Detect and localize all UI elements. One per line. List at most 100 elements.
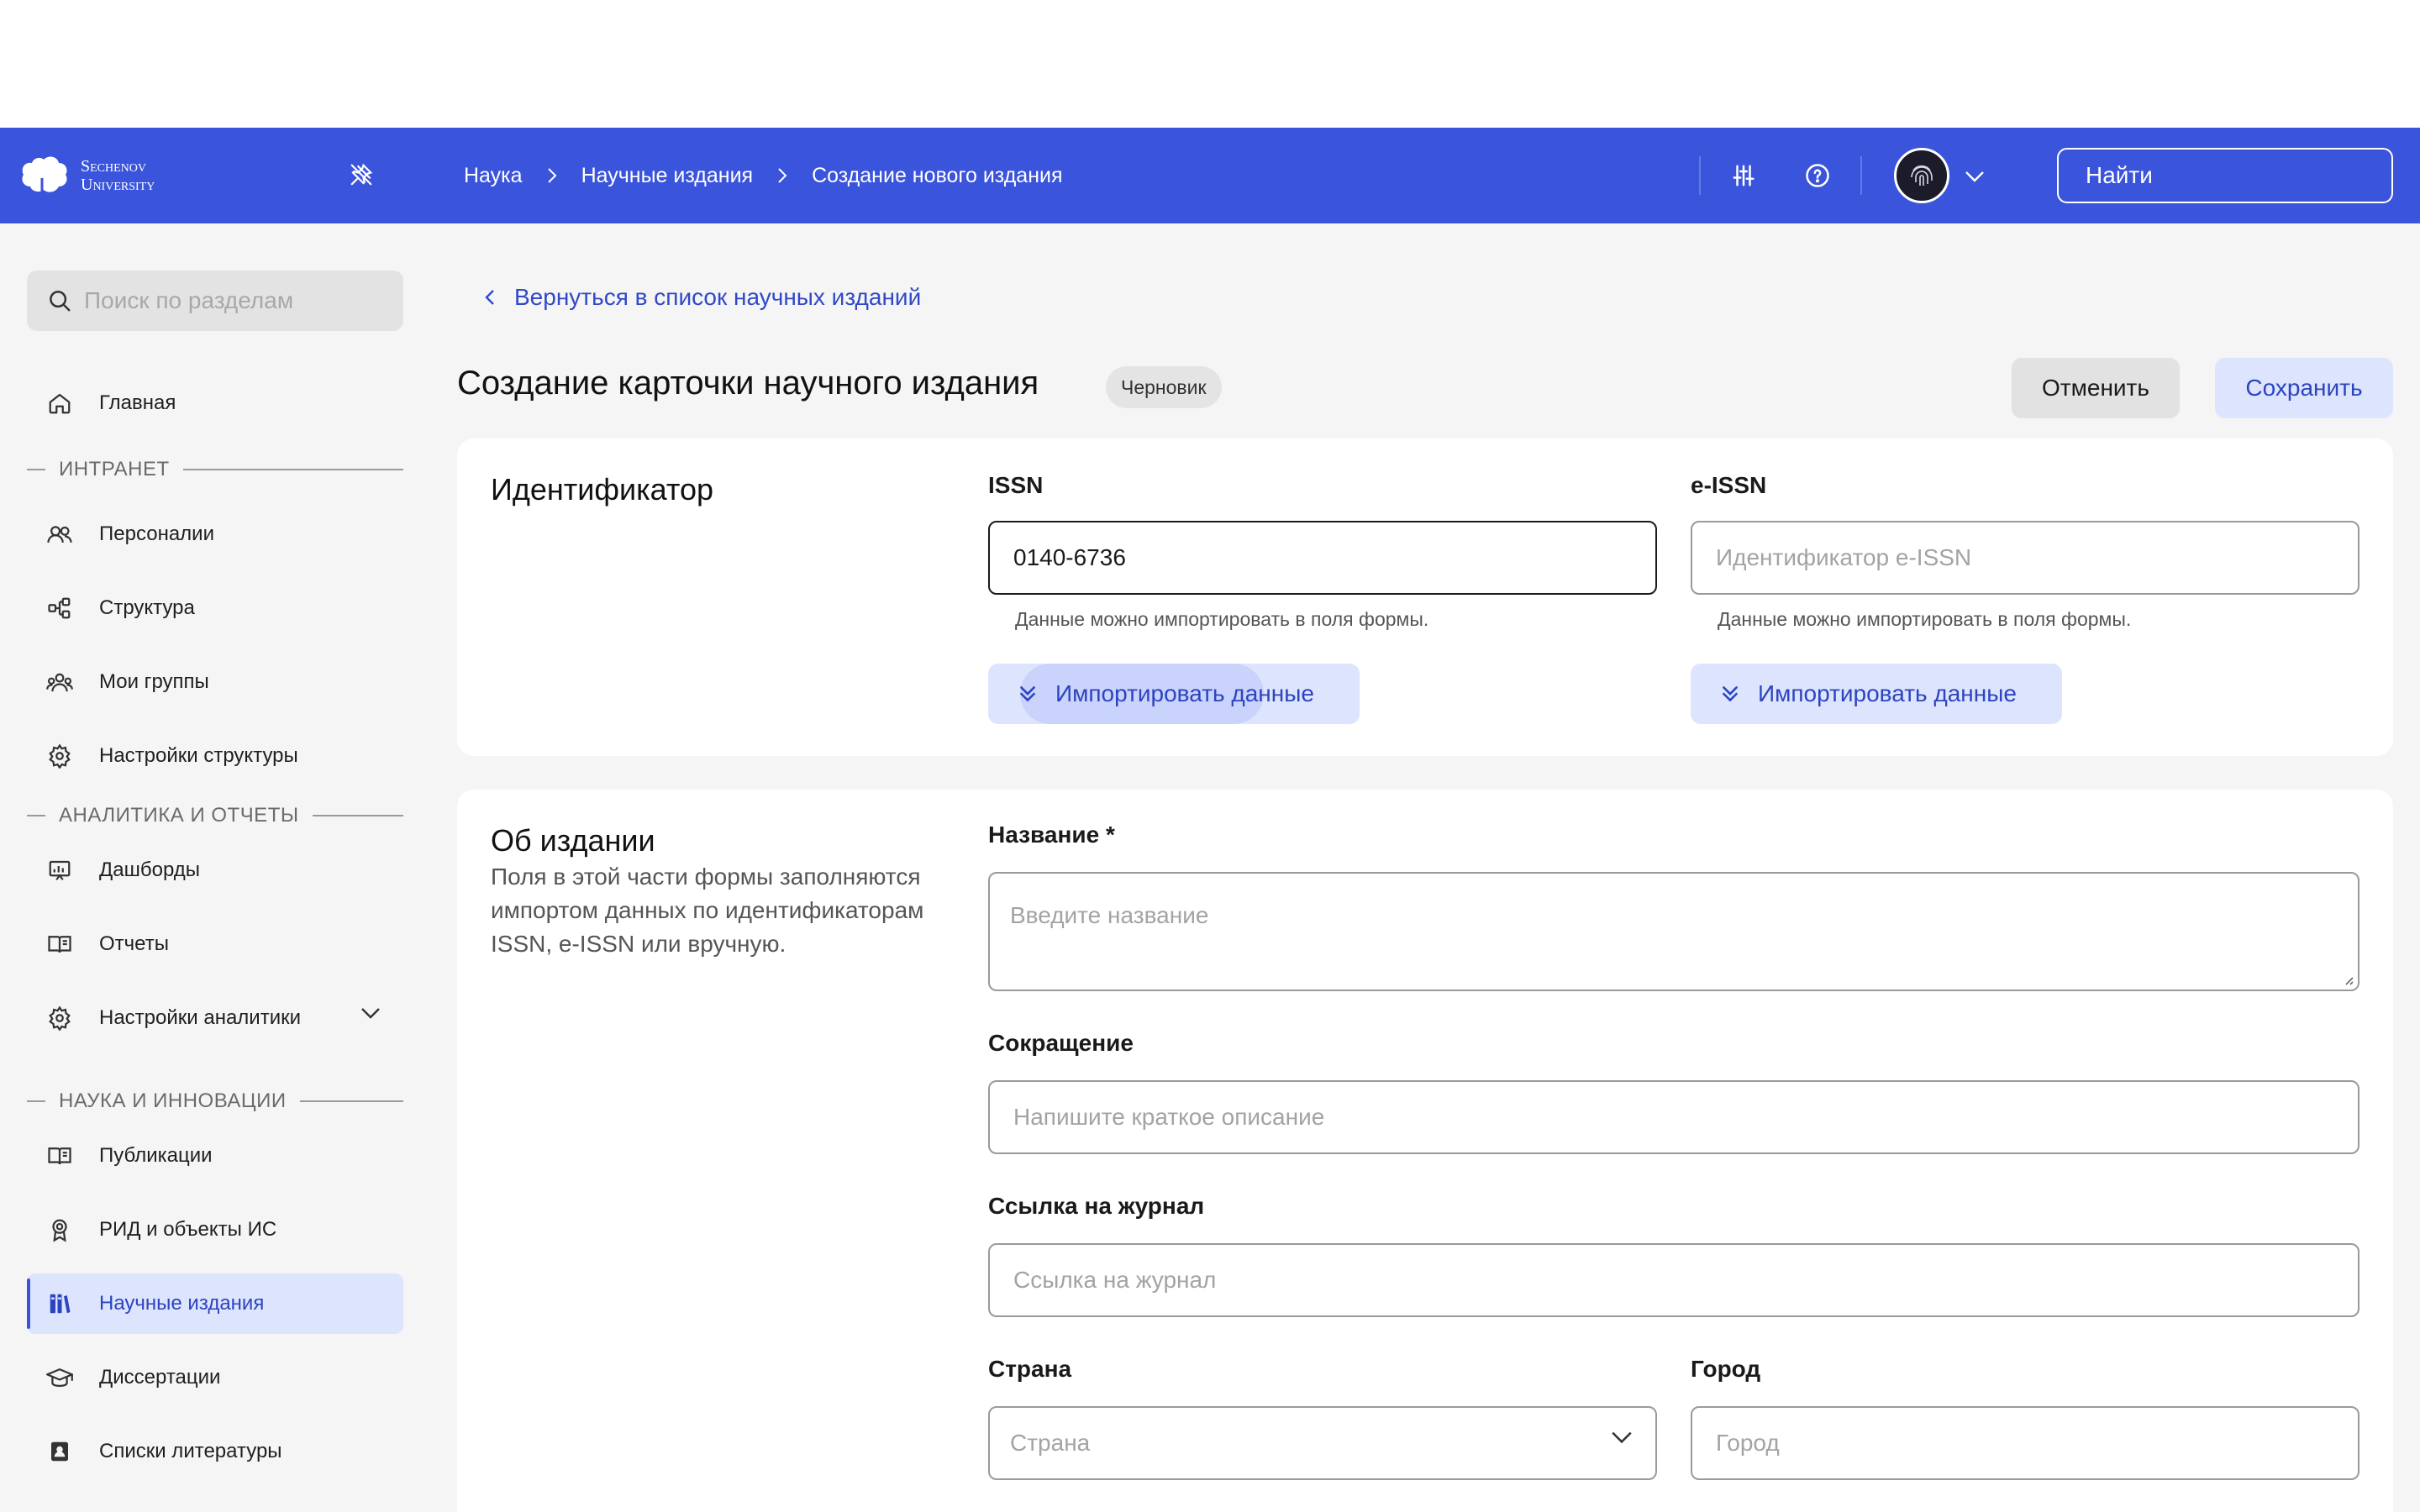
section-title-intranet: ИНТРАНЕТ [27, 457, 403, 482]
sidebar-item-label: Структура [99, 596, 195, 619]
sidebar-item-label: Отчеты [99, 932, 169, 955]
global-search-input[interactable] [2086, 162, 2389, 189]
short-name-input[interactable] [1013, 1104, 2334, 1131]
short-name-label: Сокращение [988, 1030, 1134, 1056]
city-label: Город [1691, 1356, 1761, 1382]
import-button-label: Импортировать данные [1055, 680, 1314, 706]
identifier-card: Идентификатор ISSN Данные можно импортир… [457, 438, 2393, 756]
short-name-field [988, 1080, 2360, 1154]
pin-off-icon [350, 163, 373, 186]
about-card: Об издании Поля в этой части формы запол… [457, 790, 2393, 1512]
top-header: Sechenov University Наука Научные издани… [0, 128, 2420, 223]
breadcrumb-item-journals[interactable]: Научные издания [581, 164, 754, 188]
sidebar-search-input[interactable] [84, 287, 387, 314]
name-field [988, 872, 2360, 991]
header-divider [1860, 156, 1862, 195]
identifier-title: Идентификатор [491, 472, 714, 507]
name-label: Название * [988, 822, 1115, 848]
required-mark: * [1105, 822, 1115, 848]
eissn-import-button[interactable]: Импортировать данные [1691, 664, 2062, 724]
logo-tree-icon [22, 156, 67, 197]
chevron-down-icon[interactable] [360, 1006, 381, 1020]
eissn-label: e-ISSN [1691, 472, 1767, 498]
sechenov-logo[interactable]: Sechenov University [17, 153, 155, 198]
sidebar-item-groups[interactable]: Мои группы [27, 652, 403, 712]
help-icon [1806, 164, 1829, 187]
sidebar-search [27, 270, 403, 331]
back-link-label: Вернуться в список научных изданий [514, 284, 922, 310]
country-select-input[interactable] [1010, 1430, 1632, 1457]
country-select[interactable] [988, 1406, 1657, 1480]
gear-icon [45, 1004, 74, 1032]
sidebar-item-label: Списки литературы [99, 1440, 282, 1462]
eissn-input[interactable] [1716, 544, 2334, 571]
journal-link-label: Ссылка на журнал [988, 1193, 1205, 1219]
home-icon [45, 389, 74, 417]
gear-icon [45, 742, 74, 770]
logo-text: Sechenov University [81, 157, 155, 194]
unpin-sidebar-button[interactable] [343, 156, 380, 193]
logo-line-2: University [81, 176, 155, 194]
logo-line-1: Sechenov [81, 157, 147, 176]
sidebar-item-label: Публикации [99, 1144, 213, 1167]
sidebar-item-publications[interactable]: Публикации [27, 1126, 403, 1186]
chevrons-down-icon [1723, 686, 1738, 702]
sidebar-item-dissertations[interactable]: Диссертации [27, 1347, 403, 1408]
sidebar-item-label: Мои группы [99, 670, 209, 693]
status-badge: Черновик [1106, 366, 1222, 408]
cancel-button[interactable]: Отменить [2012, 358, 2180, 418]
section-title-label: НАУКА И ИННОВАЦИИ [59, 1089, 287, 1112]
sidebar-item-home[interactable]: Главная [27, 373, 403, 433]
sidebar-item-label: РИД и объекты ИС [99, 1218, 277, 1241]
top-blank-area [0, 0, 2420, 128]
issn-helper-text: Данные можно импортировать в поля формы. [1015, 608, 1429, 630]
help-button[interactable] [1798, 156, 1837, 195]
sidebar-item-journals[interactable]: Научные издания [27, 1273, 403, 1334]
award-icon [45, 1215, 74, 1244]
user-avatar[interactable] [1894, 148, 1949, 203]
sidebar-item-analytics-settings[interactable]: Настройки аналитики [27, 988, 403, 1048]
section-title-analytics: АНАЛИТИКА И ОТЧЕТЫ [27, 803, 403, 828]
chevron-down-icon [1965, 171, 1984, 182]
sidebar-item-label: Настройки структуры [99, 744, 298, 767]
sidebar-item-rid[interactable]: РИД и объекты ИС [27, 1200, 403, 1260]
sidebar-item-label: Диссертации [99, 1366, 221, 1389]
back-to-list-link[interactable]: Вернуться в список научных изданий [484, 284, 921, 311]
country-label: Страна [988, 1356, 1072, 1382]
sidebar-item-dashboards[interactable]: Дашборды [27, 840, 403, 900]
sidebar-item-label: Персоналии [99, 522, 214, 545]
sidebar-item-label: Научные издания [99, 1292, 265, 1315]
dashboard-icon [45, 856, 74, 885]
sidebar-item-structure[interactable]: Структура [27, 578, 403, 638]
sidebar-item-label: Дашборды [99, 858, 200, 881]
filters-button[interactable] [1724, 156, 1763, 195]
book-icon [45, 1142, 74, 1170]
sidebar-item-persons[interactable]: Персоналии [27, 504, 403, 564]
header-divider [1699, 156, 1701, 195]
books-icon [45, 1289, 74, 1318]
user-menu-toggle[interactable] [1958, 161, 1991, 192]
name-textarea[interactable] [1010, 902, 2334, 961]
sidebar-item-literature[interactable]: Списки литературы [27, 1421, 403, 1482]
eissn-helper-text: Данные можно импортировать в поля формы. [1718, 608, 2132, 630]
contact-book-icon [45, 1437, 74, 1466]
users-icon [45, 520, 74, 549]
issn-import-button[interactable]: Импортировать данные [988, 664, 1360, 724]
save-button[interactable]: Сохранить [2215, 358, 2393, 418]
issn-field [988, 521, 1657, 595]
section-title-science: НАУКА И ИННОВАЦИИ [27, 1089, 403, 1114]
book-icon [45, 930, 74, 958]
city-input[interactable] [1716, 1430, 2334, 1457]
sidebar-item-label: Настройки аналитики [99, 1006, 302, 1029]
section-title-label: ИНТРАНЕТ [59, 458, 170, 480]
chevron-right-icon [776, 166, 788, 185]
breadcrumb-item-science[interactable]: Наука [464, 164, 523, 188]
resize-grip-icon[interactable] [2341, 973, 2354, 986]
journal-link-input[interactable] [1013, 1267, 2334, 1294]
sidebar-item-structure-settings[interactable]: Настройки структуры [27, 726, 403, 786]
breadcrumb: Наука Научные издания Создание нового из… [464, 128, 1063, 223]
issn-input[interactable] [1013, 544, 1632, 571]
chevron-down-icon [1612, 1431, 1632, 1444]
sidebar-item-reports[interactable]: Отчеты [27, 914, 403, 974]
about-title: Об издании [491, 823, 655, 858]
